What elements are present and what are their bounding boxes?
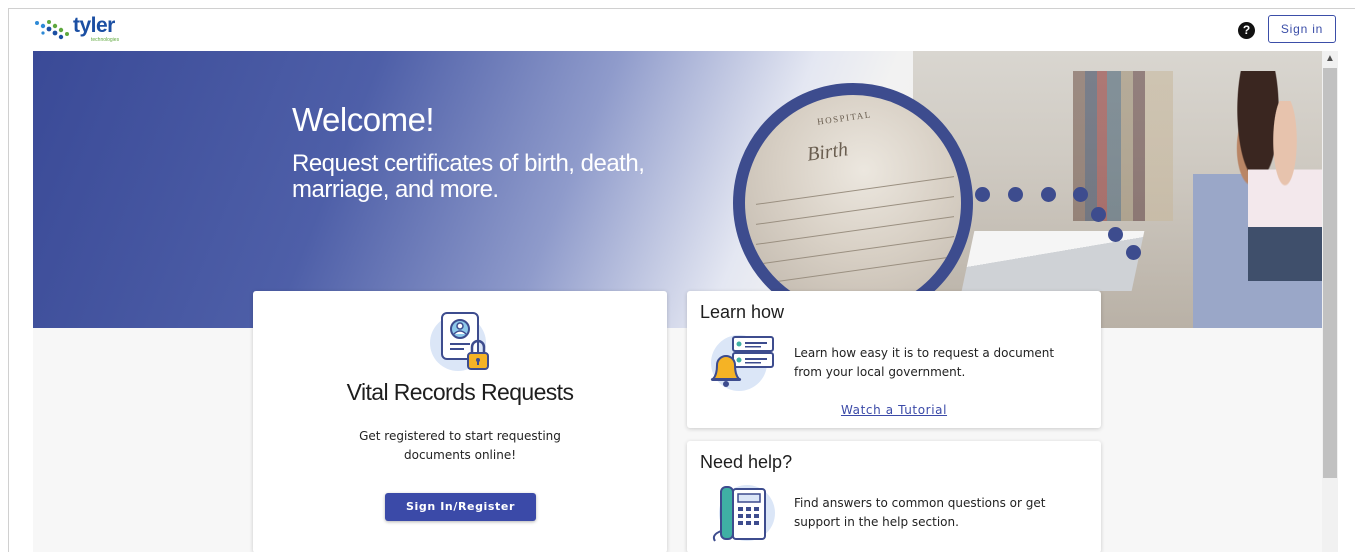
id-badge-lock-icon — [430, 312, 489, 371]
bookshelf-image — [1073, 71, 1173, 221]
baby-image — [1248, 101, 1322, 281]
tyler-logo[interactable]: tyler technologies — [33, 14, 143, 47]
sign-in-register-button[interactable]: Sign In/Register — [385, 493, 536, 521]
watch-tutorial-link[interactable]: Watch a Tutorial — [687, 403, 1101, 417]
app-frame: tyler technologies ? Sign in HOSPITAL Bi… — [8, 8, 1355, 552]
need-help-card: Need help? Find answers to common questi… — [687, 441, 1101, 552]
welcome-heading: Welcome! — [292, 101, 435, 138]
card-title: Need help? — [700, 452, 793, 472]
help-icon[interactable]: ? — [1238, 22, 1255, 39]
decorative-dot — [1091, 207, 1106, 222]
scrollbar-thumb[interactable] — [1323, 68, 1337, 478]
decorative-dot — [1108, 227, 1123, 242]
decorative-dot — [975, 187, 990, 202]
birth-certificate-image: HOSPITAL Birth — [733, 83, 973, 323]
card-title: Vital Records Requests — [346, 379, 574, 405]
decorative-dot — [1041, 187, 1056, 202]
phone-icon — [712, 485, 775, 542]
vital-records-card: Vital Records Requests Get registered to… — [253, 291, 667, 552]
card-description: Get registered to start requesting docum… — [359, 429, 561, 462]
certificate-hospital-text: HOSPITAL — [816, 109, 873, 127]
logo-subtext: technologies — [91, 37, 120, 43]
card-text: Learn how easy it is to request a docume… — [794, 346, 1055, 379]
card-text: Find answers to common questions or get … — [794, 496, 1046, 529]
decorative-dot — [1126, 245, 1141, 260]
decorative-dot — [1073, 187, 1088, 202]
learn-how-card: Learn how Learn how easy it is to reques… — [687, 291, 1101, 428]
sign-in-button[interactable]: Sign in — [1268, 15, 1336, 43]
top-bar: tyler technologies ? Sign in — [9, 9, 1355, 51]
tyler-logo-mark-icon — [35, 20, 69, 40]
card-title: Learn how — [700, 302, 785, 322]
decorative-dot — [1008, 187, 1023, 202]
content-background — [33, 328, 1322, 552]
bell-list-icon — [710, 335, 774, 391]
logo-wordmark: tyler — [73, 14, 115, 37]
hero-banner: HOSPITAL Birth Welcome! Request certific… — [33, 51, 1322, 328]
scroll-up-icon[interactable]: ▲ — [1322, 51, 1338, 67]
vertical-scrollbar[interactable]: ▲ — [1322, 51, 1338, 552]
certificate-birth-text: Birth — [805, 138, 850, 166]
hero-tagline: Request certificates of birth, death, ma… — [292, 150, 645, 203]
